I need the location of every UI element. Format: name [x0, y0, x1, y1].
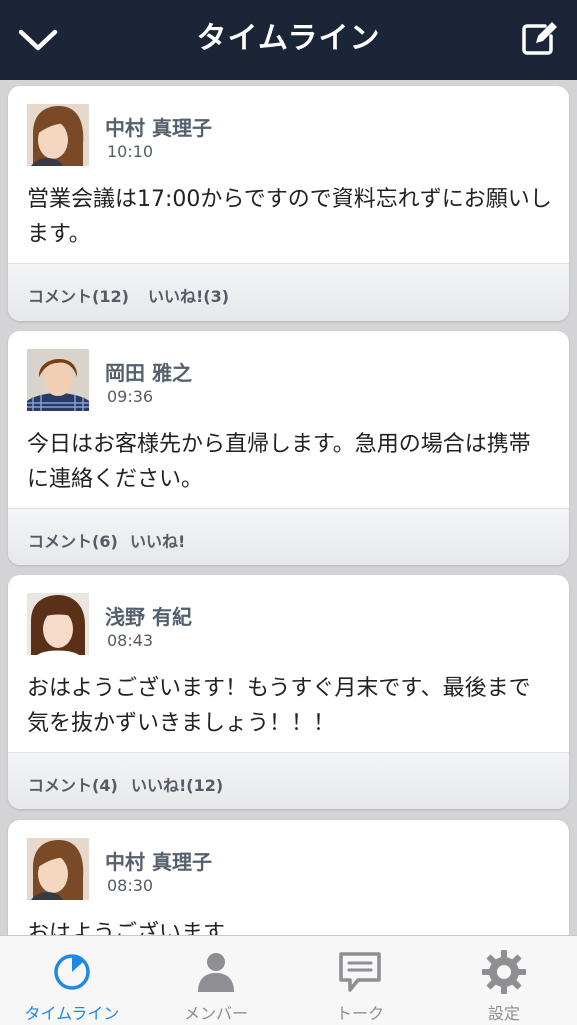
- post-body: おはようございます: [27, 921, 226, 935]
- tab-timeline[interactable]: タイムライン: [0, 936, 144, 1025]
- post-actions: コメント(12) いいね!(3): [8, 263, 569, 321]
- tab-label: 設定: [487, 1004, 520, 1023]
- timeline-feed[interactable]: 中村 真理子 10:10 営業会議は17:00からですので資料忘れずにお願いしま…: [0, 80, 577, 935]
- tab-bar: タイムライン メンバー トーク 設定: [0, 935, 577, 1025]
- post-time: 09:36: [107, 387, 154, 406]
- app-header: タイムライン: [0, 0, 577, 80]
- author-name[interactable]: 浅野 有紀: [105, 601, 192, 630]
- compose-icon[interactable]: [519, 18, 559, 58]
- post-body: 今日はお客様先から直帰します。急用の場合は携帯に連絡ください。: [27, 432, 531, 492]
- tab-settings[interactable]: 設定: [432, 936, 576, 1025]
- tab-label: トーク: [335, 1004, 384, 1023]
- author-name[interactable]: 中村 真理子: [105, 846, 212, 875]
- like-button[interactable]: いいね!(3): [148, 283, 229, 307]
- post-actions: コメント(4) いいね!(12): [8, 752, 569, 809]
- post-time: 08:43: [107, 631, 154, 650]
- author-name[interactable]: 岡田 雅之: [105, 357, 192, 386]
- post-card[interactable]: 岡田 雅之 09:36 今日はお客様先から直帰します。急用の場合は携帯に連絡くだ…: [8, 331, 569, 565]
- post-body: 営業会議は17:00からですので資料忘れずにお願いします。: [27, 187, 552, 247]
- avatar[interactable]: [27, 838, 89, 900]
- tab-talk[interactable]: トーク: [288, 936, 432, 1025]
- author-name[interactable]: 中村 真理子: [105, 112, 212, 141]
- tab-label: メンバー: [183, 1004, 248, 1023]
- post-time: 08:30: [107, 876, 154, 895]
- member-icon: [198, 953, 234, 992]
- avatar[interactable]: [27, 104, 89, 166]
- timeline-icon: [54, 954, 90, 990]
- avatar[interactable]: [27, 593, 89, 655]
- post-actions: コメント(6) いいね!: [8, 508, 569, 565]
- comment-button[interactable]: コメント(4): [28, 772, 118, 796]
- avatar[interactable]: [27, 349, 89, 411]
- post-card[interactable]: 中村 真理子 08:30 おはようございます: [8, 820, 569, 935]
- comment-button[interactable]: コメント(12): [28, 283, 129, 307]
- like-button[interactable]: いいね!: [130, 528, 185, 552]
- like-button[interactable]: いいね!(12): [131, 772, 223, 796]
- talk-icon: [339, 952, 381, 992]
- post-card[interactable]: 浅野 有紀 08:43 おはようございます！もうすぐ月末です、最後まで気を抜かず…: [8, 575, 569, 809]
- post-time: 10:10: [107, 142, 154, 161]
- page-title: タイムライン: [196, 21, 381, 56]
- post-body: おはようございます！もうすぐ月末です、最後まで気を抜かずいきましょう！！！: [27, 676, 531, 736]
- tab-label: タイムライン: [24, 1004, 120, 1023]
- post-card[interactable]: 中村 真理子 10:10 営業会議は17:00からですので資料忘れずにお願いしま…: [8, 86, 569, 321]
- tab-members[interactable]: メンバー: [144, 936, 288, 1025]
- comment-button[interactable]: コメント(6): [28, 528, 118, 552]
- gear-icon: [482, 950, 526, 994]
